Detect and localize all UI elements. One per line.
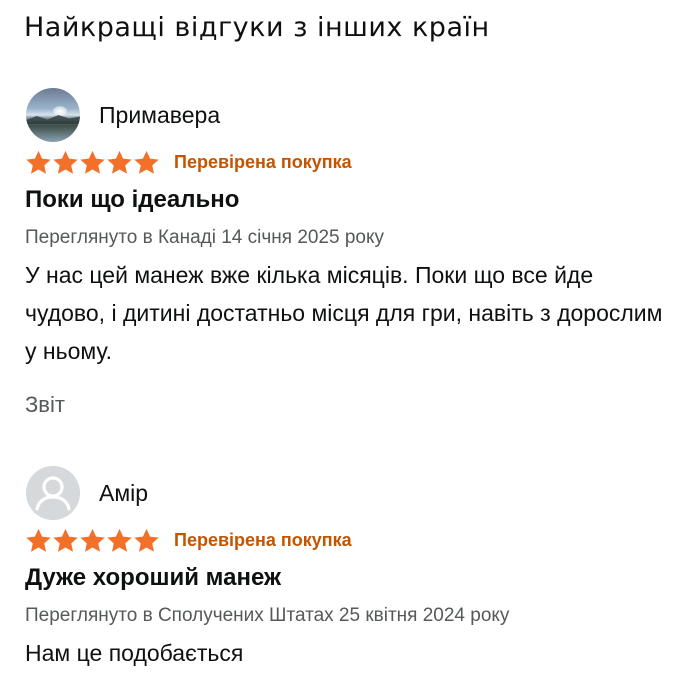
review-body: У нас цей манеж вже кілька місяців. Поки… [25,262,663,364]
reviewer-name[interactable]: Примавера [99,102,220,129]
star-icon [26,150,51,174]
star-rating[interactable] [25,150,160,175]
review-meta: Переглянуто в Сполучених Штатах 25 квітн… [25,605,510,626]
star-rating[interactable] [25,528,160,553]
avatar[interactable] [26,466,80,520]
review-body: Нам це подобається [25,640,244,666]
reviewer-name[interactable]: Амір [99,480,148,507]
star-icon [53,528,78,552]
reviewer-info[interactable]: Амір [26,466,148,520]
star-icon [80,528,105,552]
review-title: Дуже хороший манеж [25,564,281,591]
star-icon [134,150,159,174]
rating-row: Перевірена покупка [25,528,352,552]
star-icon [53,150,78,174]
star-icon [80,150,105,174]
star-icon [107,528,132,552]
review-meta: Переглянуто в Канаді 14 січня 2025 року [25,227,385,248]
verified-purchase-badge: Перевірена покупка [174,151,352,172]
star-icon [107,150,132,174]
star-icon [134,528,159,552]
verified-purchase-badge: Перевірена покупка [174,529,352,550]
avatar[interactable] [26,88,80,142]
review-title: Поки що ідеально [25,186,240,213]
report-link[interactable]: Звіт [25,392,65,418]
section-title: Найкращі відгуки з інших країн [24,12,490,43]
star-icon [26,528,51,552]
reviewer-info[interactable]: Примавера [26,88,220,142]
rating-row: Перевірена покупка [25,150,352,174]
default-user-icon [26,466,80,520]
